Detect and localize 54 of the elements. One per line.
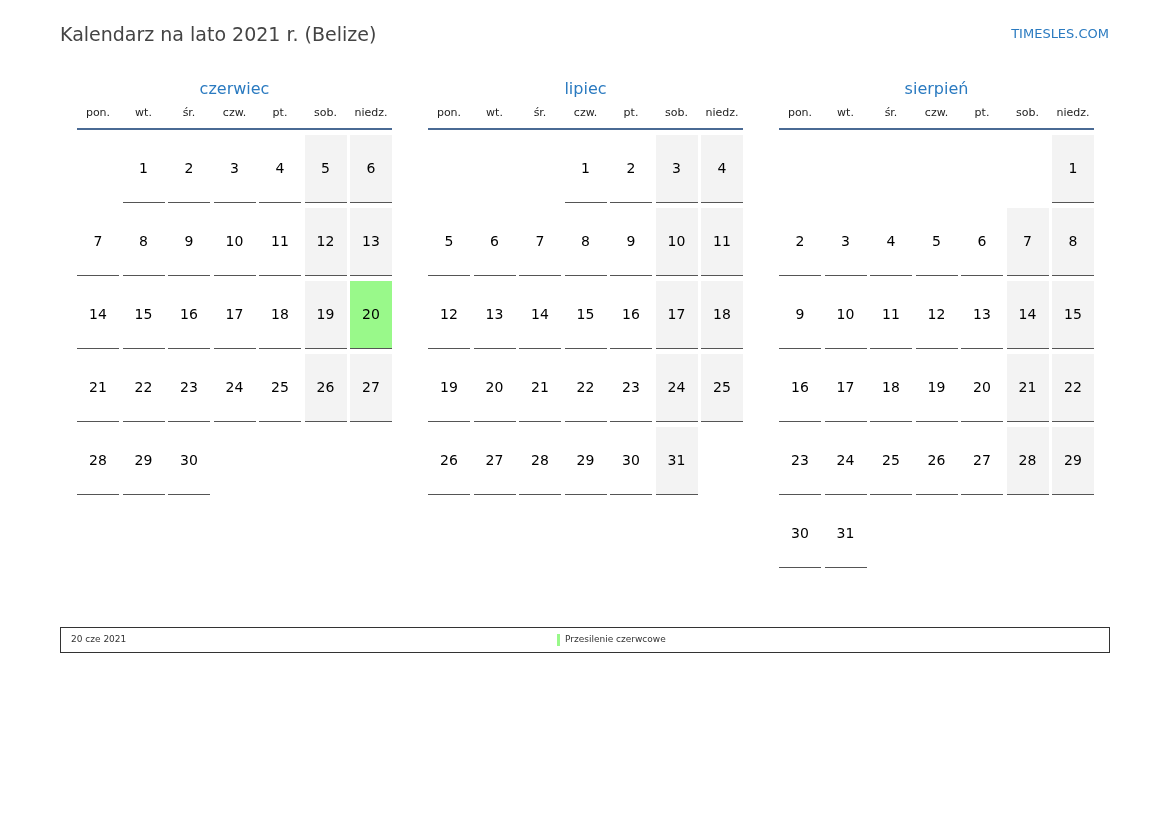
month-title: lipiec [564, 77, 607, 100]
weekday-label: śr. [884, 104, 898, 121]
day-cell: 4 [701, 135, 743, 203]
day-cell: 13 [350, 208, 392, 276]
weekday-label: czw. [222, 104, 247, 121]
weekday-label: niedz. [1056, 104, 1090, 121]
weekday-label: czw. [573, 104, 598, 121]
day-cell: 26 [304, 354, 347, 422]
weekday-label: pon. [85, 104, 111, 121]
day-cell: 8 [1052, 208, 1094, 276]
day-cell: 5 [304, 135, 347, 203]
day-cell: 27 [350, 354, 392, 422]
day-cell: 24 [655, 354, 698, 422]
weekday-label: sob. [665, 104, 688, 121]
day-cell: 12 [304, 208, 347, 276]
day-cell: 15 [1052, 281, 1094, 349]
day-cell: 17 [655, 281, 698, 349]
month-title: czerwiec [199, 77, 270, 100]
weekday-label: pon. [787, 104, 813, 121]
weekday-label: pt. [623, 104, 639, 121]
page-title: Kalendarz na lato 2021 r. (Belize) [60, 22, 377, 47]
weekday-label: pt. [272, 104, 288, 121]
day-cell: 21 [1006, 354, 1049, 422]
legend-date: 20 cze 2021 [71, 633, 128, 647]
site-link[interactable]: TIMESLES.COM [1011, 24, 1109, 44]
weekday-label: niedz. [354, 104, 388, 121]
day-cell: 14 [1006, 281, 1049, 349]
day-cell: 25 [701, 354, 743, 422]
day-cell: 20 [350, 281, 392, 349]
weekday-label: śr. [533, 104, 547, 121]
day-cell: 1 [1052, 135, 1094, 203]
day-cell: 11 [701, 208, 743, 276]
day-cell: 3 [655, 135, 698, 203]
day-cell: 28 [1006, 427, 1049, 495]
month-title: sierpień [904, 77, 969, 100]
weekday-label: wt. [486, 104, 503, 121]
weekday-label: czw. [924, 104, 949, 121]
day-cell: 22 [1052, 354, 1094, 422]
legend-text: Przesilenie czerwcowe [565, 633, 666, 647]
weekday-label: śr. [182, 104, 196, 121]
weekday-label: wt. [135, 104, 152, 121]
day-cell: 19 [304, 281, 347, 349]
weekday-label: sob. [1016, 104, 1039, 121]
day-cell: 10 [655, 208, 698, 276]
day-cell: 6 [350, 135, 392, 203]
day-cell: 29 [1052, 427, 1094, 495]
weekday-label: pt. [974, 104, 990, 121]
weekday-label: pon. [436, 104, 462, 121]
weekday-label: sob. [314, 104, 337, 121]
weekday-label: niedz. [705, 104, 739, 121]
day-cell: 18 [701, 281, 743, 349]
day-cell: 7 [1006, 208, 1049, 276]
day-cell: 31 [655, 427, 698, 495]
weekday-label: wt. [837, 104, 854, 121]
